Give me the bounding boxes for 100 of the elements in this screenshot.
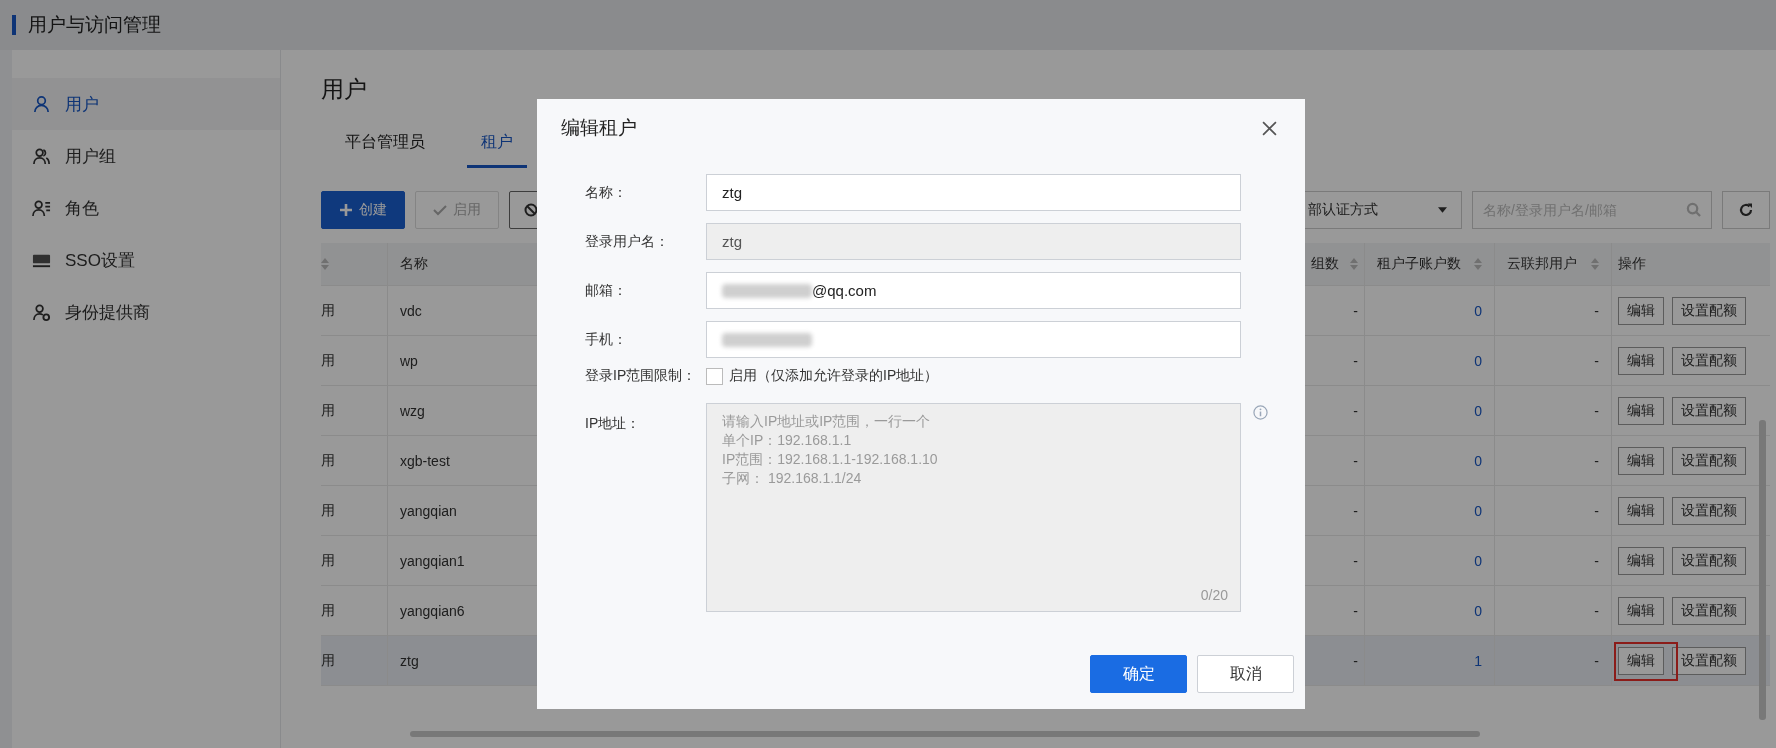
field-label: 登录用户名： <box>585 232 670 251</box>
column-header: 云联邦用户 <box>1507 255 1577 273</box>
field-label: 手机： <box>585 330 628 349</box>
field-label: 登录IP范围限制： <box>585 367 698 385</box>
count-link[interactable]: 0 <box>1474 502 1482 519</box>
table-cell: yangqian1 <box>400 552 465 569</box>
edit-button[interactable]: 编辑 <box>1618 596 1664 625</box>
placeholder-text: 请输入IP地址或IP范围，一行一个 <box>722 412 932 431</box>
sort-icon[interactable] <box>1350 258 1358 270</box>
placeholder-text: 子网： 192.168.1.1/24 <box>722 469 863 488</box>
search-icon <box>1686 202 1701 217</box>
user-gear-icon <box>32 302 51 322</box>
table-cell: - <box>1353 352 1358 369</box>
column-header: 名称 <box>400 255 428 273</box>
set-quota-button[interactable]: 设置配额 <box>1672 496 1746 525</box>
count-link[interactable]: 0 <box>1474 302 1482 319</box>
users-icon <box>32 146 51 166</box>
sort-icon[interactable] <box>1474 258 1482 270</box>
table-cell: yangqian6 <box>400 602 465 619</box>
create-button[interactable]: 创建 <box>321 191 405 229</box>
tab[interactable]: 租户 <box>467 124 527 168</box>
set-quota-button[interactable]: 设置配额 <box>1672 546 1746 575</box>
edit-button[interactable]: 编辑 <box>1618 546 1664 575</box>
checkbox-label: 启用（仅添加允许登录的IP地址） <box>729 367 939 385</box>
edit-button[interactable]: 编辑 <box>1618 646 1664 675</box>
sidebar-item[interactable]: 用户 <box>12 78 280 130</box>
input-field[interactable]: ztg <box>706 174 1241 211</box>
sort-icon[interactable] <box>321 258 329 270</box>
table-cell: 用 <box>321 351 335 370</box>
count-link[interactable]: 0 <box>1474 602 1482 619</box>
table-cell: wzg <box>400 402 425 419</box>
set-quota-button[interactable]: 设置配额 <box>1672 446 1746 475</box>
edit-button[interactable]: 编辑 <box>1618 496 1664 525</box>
set-quota-button[interactable]: 设置配额 <box>1672 296 1746 325</box>
scrollbar[interactable] <box>410 731 1480 737</box>
character-counter: 0/20 <box>1200 586 1228 605</box>
table-cell: 用 <box>321 501 335 520</box>
user-list-icon <box>32 198 51 218</box>
set-quota-button[interactable]: 设置配额 <box>1672 596 1746 625</box>
count-link[interactable]: 0 <box>1474 552 1482 569</box>
table-cell: ztg <box>400 652 419 669</box>
caret-icon <box>1438 207 1447 213</box>
sidebar-item[interactable]: SSO设置 <box>12 234 280 286</box>
field-label: IP地址： <box>585 414 642 433</box>
refresh-button[interactable] <box>1722 191 1770 229</box>
close-icon <box>1262 120 1277 136</box>
field-label: 名称： <box>585 183 628 202</box>
placeholder-text: 单个IP：192.168.1.1 <box>722 431 853 450</box>
edit-button[interactable]: 编辑 <box>1618 296 1664 325</box>
set-quota-button[interactable]: 设置配额 <box>1672 346 1746 375</box>
tab[interactable]: 平台管理员 <box>331 124 439 168</box>
sidebar-item[interactable]: 角色 <box>12 182 280 234</box>
table-cell: - <box>1594 602 1599 619</box>
count-link[interactable]: 0 <box>1474 352 1482 369</box>
table-cell: - <box>1353 602 1358 619</box>
count-link[interactable]: 0 <box>1474 452 1482 469</box>
table-cell: - <box>1353 652 1358 669</box>
column-header: 操作 <box>1618 255 1646 273</box>
edit-button[interactable]: 编辑 <box>1618 396 1664 425</box>
input-field[interactable]: @qq.com <box>706 272 1241 309</box>
edit-button[interactable]: 编辑 <box>1618 446 1664 475</box>
count-link[interactable]: 1 <box>1474 652 1482 669</box>
dialog-title: 编辑租户 <box>561 116 637 140</box>
table-cell: 用 <box>321 451 335 470</box>
user-icon <box>32 94 51 114</box>
page-title: 用户 <box>321 75 368 104</box>
table-cell: 用 <box>321 401 335 420</box>
set-quota-button[interactable]: 设置配额 <box>1672 646 1746 675</box>
count-link[interactable]: 0 <box>1474 402 1482 419</box>
table-cell: yangqian <box>400 502 457 519</box>
cancel-button[interactable]: 取消 <box>1197 655 1294 693</box>
confirm-button[interactable]: 确定 <box>1090 655 1187 693</box>
scrollbar[interactable] <box>1759 420 1766 720</box>
table-cell: xgb-test <box>400 452 450 469</box>
info-icon[interactable] <box>1253 405 1268 420</box>
table-cell: 用 <box>321 651 335 670</box>
column-header: 组数 <box>1311 255 1339 273</box>
table-cell: - <box>1594 452 1599 469</box>
table-cell: wp <box>400 352 418 369</box>
edit-button[interactable]: 编辑 <box>1618 346 1664 375</box>
column-header: 租户子账户数 <box>1377 255 1461 273</box>
table-cell: - <box>1594 302 1599 319</box>
table-cell: - <box>1353 552 1358 569</box>
input-field[interactable] <box>706 321 1241 358</box>
sidebar-item[interactable]: 身份提供商 <box>12 286 280 338</box>
table-cell: 用 <box>321 601 335 620</box>
table-cell: 用 <box>321 301 335 320</box>
prohibited-icon <box>524 203 538 217</box>
sort-icon[interactable] <box>1591 258 1599 270</box>
table-cell: - <box>1353 302 1358 319</box>
table-cell: - <box>1594 352 1599 369</box>
page-header-title: 用户与访问管理 <box>28 13 161 37</box>
set-quota-button[interactable]: 设置配额 <box>1672 396 1746 425</box>
field-label: 邮箱： <box>585 281 628 300</box>
checkbox[interactable] <box>706 367 723 385</box>
refresh-icon <box>1738 202 1754 218</box>
table-cell: - <box>1353 402 1358 419</box>
sidebar-item[interactable]: 用户组 <box>12 130 280 182</box>
table-cell: vdc <box>400 302 422 319</box>
table-cell: - <box>1594 652 1599 669</box>
